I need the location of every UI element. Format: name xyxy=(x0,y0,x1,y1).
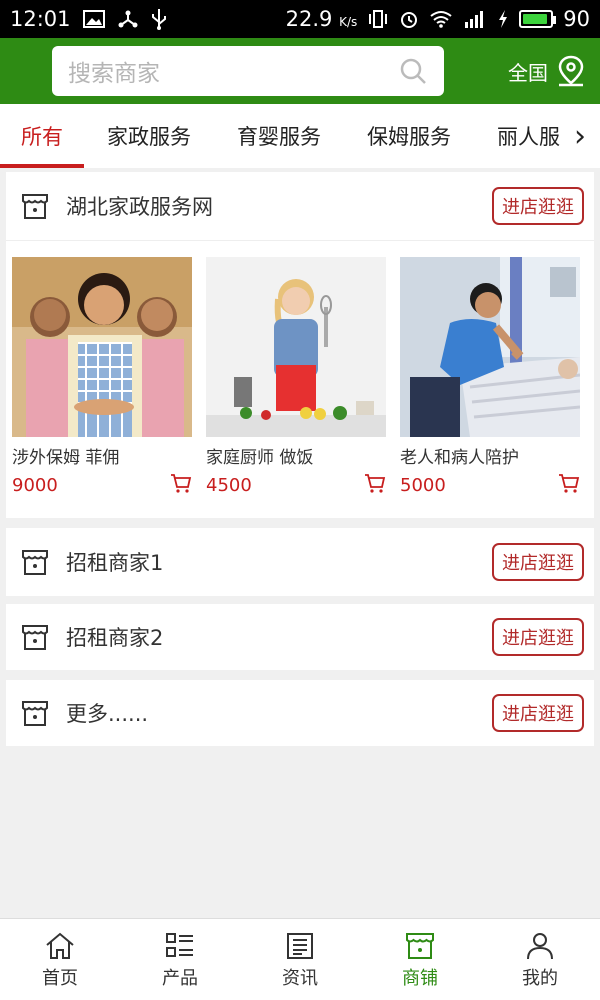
region-selector[interactable]: 全国 xyxy=(508,55,586,87)
image-icon xyxy=(82,10,105,28)
visit-store-button[interactable]: 进店逛逛 xyxy=(492,543,584,581)
nav-products-label: 产品 xyxy=(162,967,198,989)
cart-icon[interactable] xyxy=(364,472,386,498)
product-price: 4500 xyxy=(206,474,252,496)
visit-store-button[interactable]: 进店逛逛 xyxy=(492,618,584,656)
store-header: 更多...... 进店逛逛 xyxy=(6,680,594,746)
store-card: 招租商家1 进店逛逛 xyxy=(6,528,594,596)
tab-all[interactable]: 所有 xyxy=(0,104,84,168)
shop-icon xyxy=(22,625,48,650)
chevron-right-icon[interactable]: › xyxy=(560,104,600,168)
usb-icon xyxy=(151,9,166,30)
store-card: 招租商家2 进店逛逛 xyxy=(6,604,594,670)
product-image-caregiver[interactable] xyxy=(400,257,580,437)
store-card: 更多...... 进店逛逛 xyxy=(6,680,594,746)
list-icon xyxy=(166,932,193,957)
search-placeholder: 搜索商家 xyxy=(68,61,160,87)
search-input[interactable]: 搜索商家 xyxy=(52,46,444,96)
product-name: 老人和病人陪护 xyxy=(400,448,519,468)
tab-childcare[interactable]: 育婴服务 xyxy=(214,104,344,168)
store-header: 招租商家1 进店逛逛 xyxy=(6,528,594,596)
cart-icon[interactable] xyxy=(170,472,192,498)
product-card[interactable]: 家庭厨师 做饭 4500 xyxy=(206,257,386,522)
shop-icon xyxy=(22,550,48,575)
product-list: 涉外保姆 菲佣 9000 家庭厨师 做饭 4500 老人和病人陪护 5000 xyxy=(6,240,594,522)
more-stores-label[interactable]: 更多...... xyxy=(66,698,492,728)
network-speed: 22.9 K/s xyxy=(285,7,358,31)
nav-home[interactable]: 首页 xyxy=(0,919,120,1000)
store-name[interactable]: 招租商家1 xyxy=(66,547,492,577)
store-name[interactable]: 湖北家政服务网 xyxy=(66,191,492,221)
nav-products[interactable]: 产品 xyxy=(120,919,240,1000)
nav-home-label: 首页 xyxy=(42,967,78,989)
shop-icon xyxy=(406,932,434,959)
region-label: 全国 xyxy=(508,60,548,85)
nav-mine[interactable]: 我的 xyxy=(480,919,600,1000)
cart-icon[interactable] xyxy=(558,472,580,498)
nav-mine-label: 我的 xyxy=(522,967,558,989)
category-tabs: 所有 家政服务 育婴服务 保姆服务 丽人服务 › xyxy=(0,104,600,168)
store-name[interactable]: 招租商家2 xyxy=(66,622,492,652)
home-icon xyxy=(46,932,74,959)
nav-news[interactable]: 资讯 xyxy=(240,919,360,1000)
product-card[interactable]: 老人和病人陪护 5000 xyxy=(400,257,580,522)
signal-icon xyxy=(465,11,484,28)
nav-shops[interactable]: 商铺 xyxy=(360,919,480,1000)
status-time: 12:01 xyxy=(10,7,71,31)
product-card[interactable]: 涉外保姆 菲佣 9000 xyxy=(12,257,192,522)
search-icon[interactable] xyxy=(398,56,428,86)
tab-nanny[interactable]: 保姆服务 xyxy=(344,104,474,168)
store-header: 湖北家政服务网 进店逛逛 xyxy=(6,172,594,240)
header: 搜索商家 全国 xyxy=(0,38,600,104)
charging-icon xyxy=(499,10,508,28)
battery-percent: 90 xyxy=(563,7,590,31)
product-price: 5000 xyxy=(400,474,446,496)
news-icon xyxy=(287,932,313,959)
store-card: 湖北家政服务网 进店逛逛 涉外保姆 菲佣 9000 家庭厨师 做饭 4500 老… xyxy=(6,172,594,518)
product-price: 9000 xyxy=(12,474,58,496)
user-icon xyxy=(527,932,553,959)
visit-store-button[interactable]: 进店逛逛 xyxy=(492,694,584,732)
store-header: 招租商家2 进店逛逛 xyxy=(6,604,594,670)
product-name: 涉外保姆 菲佣 xyxy=(12,448,120,468)
location-pin-icon xyxy=(558,55,584,87)
vibrate-icon xyxy=(369,10,388,28)
shop-icon xyxy=(22,194,48,219)
status-bar: 12:01 22.9 K/s 90 xyxy=(0,0,600,38)
nav-shops-label: 商铺 xyxy=(402,967,438,989)
nav-news-label: 资讯 xyxy=(282,967,318,989)
battery-icon xyxy=(519,10,557,28)
visit-store-button[interactable]: 进店逛逛 xyxy=(492,187,584,225)
shop-icon xyxy=(22,701,48,726)
alarm-icon xyxy=(401,12,418,28)
share-icon xyxy=(118,10,138,28)
bottom-nav: 首页 产品 资讯 商铺 我的 xyxy=(0,918,600,1000)
product-image-maids[interactable] xyxy=(12,257,192,437)
product-name: 家庭厨师 做饭 xyxy=(206,448,314,468)
tab-housekeeping[interactable]: 家政服务 xyxy=(84,104,214,168)
product-image-chef[interactable] xyxy=(206,257,386,437)
wifi-icon xyxy=(430,11,452,28)
